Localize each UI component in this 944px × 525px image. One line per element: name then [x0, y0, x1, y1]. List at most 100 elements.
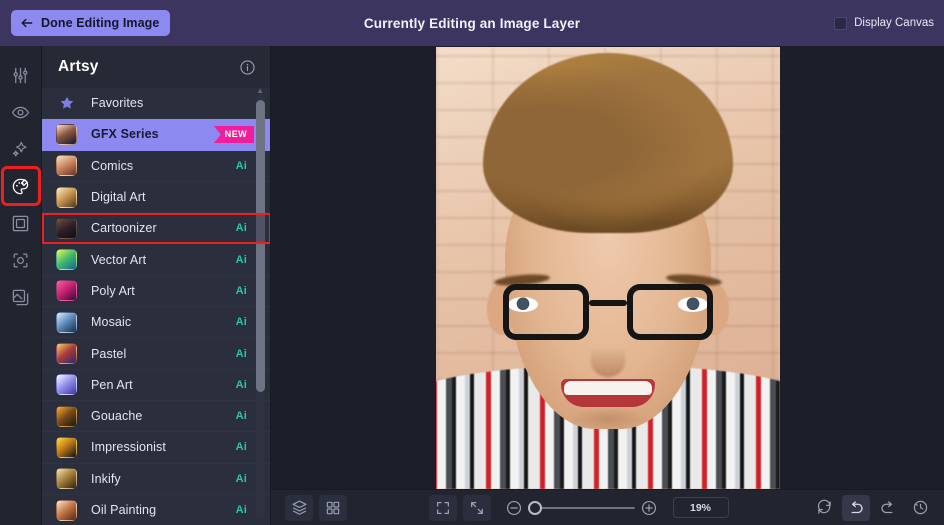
list-item[interactable]: Favorites	[42, 88, 270, 120]
effects-list[interactable]: Favorites GFX Series NEW Comics Ai Digital Ar…	[42, 88, 270, 525]
new-badge: NEW	[213, 125, 254, 143]
ai-badge: Ai	[235, 159, 247, 172]
history-icon	[912, 499, 929, 516]
done-editing-image-button[interactable]: Done Editing Image	[11, 10, 171, 36]
list-item-label: Poly Art	[91, 283, 135, 298]
list-item-label: Gouache	[91, 409, 143, 424]
list-item-label: Vector Art	[91, 252, 147, 267]
reset-button[interactable]	[810, 495, 838, 521]
zoom-in-icon	[640, 499, 658, 517]
zoom-slider-track	[534, 506, 635, 509]
grid-icon	[325, 500, 341, 516]
palette-icon	[11, 177, 30, 196]
ai-badge: Ai	[235, 316, 247, 329]
grid-view-button[interactable]	[319, 494, 347, 521]
list-item[interactable]: Pastel Ai	[42, 338, 270, 370]
list-item-thumbnail	[56, 405, 77, 427]
list-item[interactable]: Digital Art	[42, 181, 270, 214]
adjust-sliders-icon	[11, 66, 30, 85]
ai-badge: Ai	[235, 472, 247, 485]
eye-icon	[11, 103, 30, 122]
zoom-out-button[interactable]	[500, 495, 528, 521]
ai-badge: Ai	[235, 441, 247, 454]
list-item-label: Favorites	[91, 96, 144, 111]
undo-icon	[847, 499, 865, 517]
panel-scrollbar-track[interactable]	[256, 94, 265, 519]
display-canvas-checkbox[interactable]	[834, 16, 848, 30]
canvas-area[interactable]	[271, 46, 944, 489]
list-item[interactable]: Comics Ai	[42, 150, 270, 182]
list-item-thumbnail	[56, 436, 77, 458]
list-item-label: Digital Art	[91, 190, 146, 205]
zoom-slider[interactable]	[527, 500, 635, 516]
rail-item-focus[interactable]	[4, 243, 38, 277]
ai-badge: Ai	[235, 347, 247, 360]
list-item-label: Comics	[91, 158, 134, 173]
rail-item-artsy[interactable]	[0, 166, 41, 206]
list-item[interactable]: Mosaic Ai	[42, 307, 270, 339]
fit-to-screen-button[interactable]	[462, 494, 491, 521]
fullscreen-button[interactable]	[428, 494, 457, 521]
ai-badge: Ai	[235, 504, 247, 516]
redo-button[interactable]	[874, 495, 902, 521]
info-circle-icon[interactable]	[239, 59, 256, 76]
list-item-thumbnail	[56, 186, 77, 208]
list-item[interactable]: Inkify Ai	[42, 463, 270, 495]
list-item[interactable]: Gouache Ai	[42, 400, 270, 433]
list-item[interactable]: GFX Series NEW	[42, 119, 270, 151]
list-item[interactable]: Vector Art Ai	[42, 244, 270, 276]
rail-item-adjust[interactable]	[4, 58, 38, 92]
list-item-thumbnail	[56, 217, 77, 239]
effects-panel: Artsy Favorites GFX Series NEW Comics Ai Digi…	[42, 46, 271, 525]
photo-nose	[591, 347, 625, 377]
layers-icon	[291, 499, 308, 516]
fit-to-screen-icon	[469, 500, 485, 516]
zoom-in-button[interactable]	[635, 495, 663, 521]
list-item-thumbnail	[56, 311, 77, 333]
zoom-slider-knob[interactable]	[527, 500, 542, 515]
layers-button[interactable]	[285, 494, 313, 521]
list-item-thumbnail	[56, 280, 77, 302]
photo-teeth	[564, 381, 652, 395]
list-item[interactable]: Poly Art Ai	[42, 275, 270, 308]
image-layer[interactable]	[436, 47, 780, 489]
list-item[interactable]: Impressionist Ai	[42, 432, 270, 464]
tool-rail	[0, 46, 42, 525]
photo-lens-left	[503, 284, 589, 340]
panel-header: Artsy	[42, 46, 270, 88]
list-item-label: Pastel	[91, 346, 127, 361]
photo-glasses-bridge	[589, 300, 627, 306]
list-item-thumbnail	[56, 123, 77, 145]
rail-item-layers[interactable]	[4, 280, 38, 314]
list-item-label: Mosaic	[91, 315, 132, 330]
list-item[interactable]: Pen Art Ai	[42, 369, 270, 401]
panel-title: Artsy	[58, 58, 99, 75]
rail-item-effects[interactable]	[4, 132, 38, 166]
list-item-label: Inkify	[91, 471, 121, 486]
crop-focus-icon	[11, 251, 30, 270]
display-canvas-toggle[interactable]: Display Canvas	[834, 16, 934, 30]
list-item[interactable]: Cartoonizer Ai	[42, 213, 270, 245]
undo-button[interactable]	[842, 494, 870, 521]
history-button[interactable]	[906, 495, 934, 521]
ai-badge: Ai	[235, 253, 247, 266]
display-canvas-label: Display Canvas	[854, 17, 934, 29]
panel-scrollbar-thumb[interactable]	[256, 100, 265, 392]
zoom-level-field[interactable]: 19%	[672, 497, 729, 518]
fullscreen-icon	[435, 500, 451, 516]
arrow-left-icon	[20, 16, 34, 30]
ai-badge: Ai	[235, 284, 247, 297]
zoom-out-icon	[505, 499, 523, 517]
top-header-bar: Done Editing Image Currently Editing an …	[0, 0, 944, 46]
ai-badge: Ai	[235, 378, 247, 391]
photo-mouth	[561, 379, 655, 407]
list-item-label: GFX Series	[91, 127, 159, 142]
list-item-label: Impressionist	[91, 440, 166, 455]
ai-badge: Ai	[235, 410, 247, 423]
frame-icon	[11, 214, 30, 233]
list-item[interactable]: Oil Painting Ai	[42, 494, 270, 525]
rail-item-frames[interactable]	[4, 206, 38, 240]
rail-item-preview[interactable]	[4, 95, 38, 129]
list-item-thumbnail	[56, 249, 77, 271]
photo-eyeglasses	[503, 284, 713, 342]
